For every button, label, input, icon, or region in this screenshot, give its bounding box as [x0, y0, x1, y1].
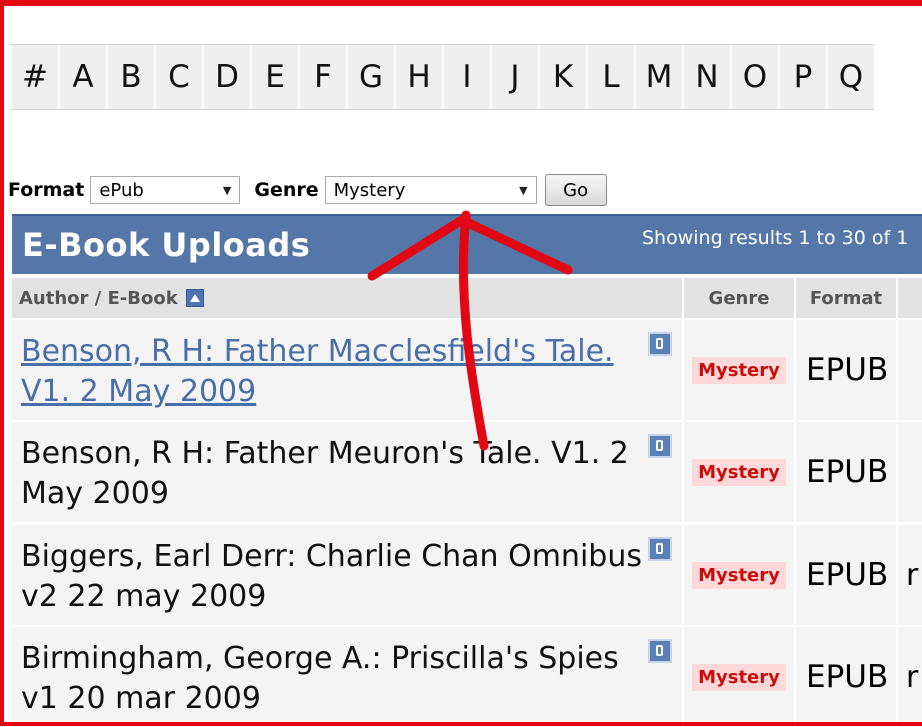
page-title: E-Book Uploads [22, 226, 311, 264]
format-label: Format [8, 179, 85, 201]
column-header-author-label: Author / E-Book [19, 287, 178, 309]
genre-badge[interactable]: Mystery [692, 561, 786, 589]
ebook-title[interactable]: Benson, R H: Father Meuron's Tale. V1. 2… [21, 434, 651, 514]
title-cell: Birmingham, George A.: Priscilla's Spies… [12, 627, 682, 727]
genre-cell: Mystery [684, 627, 794, 727]
table-row: Biggers, Earl Derr: Charlie Chan Omnibus… [12, 525, 922, 625]
ebook-title[interactable]: Birmingham, George A.: Priscilla's Spies… [21, 639, 651, 719]
genre-badge[interactable]: Mystery [692, 663, 786, 691]
details-icon[interactable] [648, 434, 672, 458]
go-button[interactable]: Go [544, 174, 607, 206]
column-header-extra [898, 278, 922, 318]
alpha-letter[interactable]: M [634, 45, 682, 109]
sort-ascending-icon[interactable] [185, 289, 204, 307]
alpha-letter[interactable]: # [10, 45, 58, 109]
alpha-letter[interactable]: K [538, 45, 586, 109]
results-count: Showing results 1 to 30 of 1 [642, 227, 909, 249]
chevron-down-icon: ▼ [519, 183, 528, 197]
genre-badge[interactable]: Mystery [692, 458, 786, 486]
details-icon[interactable] [648, 639, 672, 663]
column-header-author[interactable]: Author / E-Book [12, 278, 682, 318]
alpha-letter[interactable]: H [394, 45, 442, 109]
genre-select[interactable]: Mystery ▼ [324, 176, 537, 204]
ebook-title[interactable]: Biggers, Earl Derr: Charlie Chan Omnibus… [21, 537, 651, 617]
details-icon[interactable] [648, 332, 672, 356]
alpha-letter[interactable]: L [586, 45, 634, 109]
alphabet-nav: # A B C D E F G H I J K L M N O P Q [10, 44, 874, 110]
genre-select-value: Mystery [333, 179, 406, 201]
column-header-genre-label: Genre [708, 287, 770, 309]
ebook-title-link[interactable]: Benson, R H: Father Macclesfield's Tale.… [21, 332, 651, 412]
table-row: Benson, R H: Father Meuron's Tale. V1. 2… [12, 422, 922, 522]
extra-cell: r [898, 525, 922, 625]
filter-bar: Format ePub ▼ Genre Mystery ▼ Go [8, 174, 607, 206]
format-cell: EPUB [796, 627, 896, 727]
genre-cell: Mystery [684, 422, 794, 522]
alpha-letter[interactable]: J [490, 45, 538, 109]
title-cell: Biggers, Earl Derr: Charlie Chan Omnibus… [12, 525, 682, 625]
alpha-letter[interactable]: O [730, 45, 778, 109]
format-cell: EPUB [796, 320, 896, 420]
genre-cell: Mystery [684, 525, 794, 625]
alpha-letter[interactable]: N [682, 45, 730, 109]
genre-cell: Mystery [684, 320, 794, 420]
red-frame-top [0, 0, 922, 6]
alpha-letter[interactable]: E [250, 45, 298, 109]
table-row: Birmingham, George A.: Priscilla's Spies… [12, 627, 922, 727]
alpha-letter[interactable]: P [778, 45, 826, 109]
extra-cell [898, 422, 922, 522]
genre-badge[interactable]: Mystery [692, 356, 786, 384]
uploads-header: E-Book Uploads Showing results 1 to 30 o… [12, 214, 922, 274]
format-select[interactable]: ePub ▼ [90, 176, 241, 204]
genre-label: Genre [254, 179, 319, 201]
format-cell: EPUB [796, 422, 896, 522]
alpha-letter[interactable]: C [154, 45, 202, 109]
alpha-letter[interactable]: A [58, 45, 106, 109]
alpha-letter[interactable]: D [202, 45, 250, 109]
column-header-genre[interactable]: Genre [684, 278, 794, 318]
details-icon[interactable] [648, 537, 672, 561]
alpha-letter[interactable]: I [442, 45, 490, 109]
format-cell: EPUB [796, 525, 896, 625]
title-cell: Benson, R H: Father Macclesfield's Tale.… [12, 320, 682, 420]
alpha-letter[interactable]: B [106, 45, 154, 109]
format-select-value: ePub [99, 179, 144, 201]
column-header-format[interactable]: Format [796, 278, 896, 318]
alpha-letter[interactable]: G [346, 45, 394, 109]
title-cell: Benson, R H: Father Meuron's Tale. V1. 2… [12, 422, 682, 522]
table-row: Benson, R H: Father Macclesfield's Tale.… [12, 320, 922, 420]
alpha-letter[interactable]: F [298, 45, 346, 109]
extra-cell [898, 320, 922, 420]
chevron-down-icon: ▼ [222, 183, 232, 197]
column-header-format-label: Format [809, 287, 883, 309]
extra-cell: r [898, 627, 922, 727]
alpha-letter[interactable]: Q [826, 45, 874, 109]
